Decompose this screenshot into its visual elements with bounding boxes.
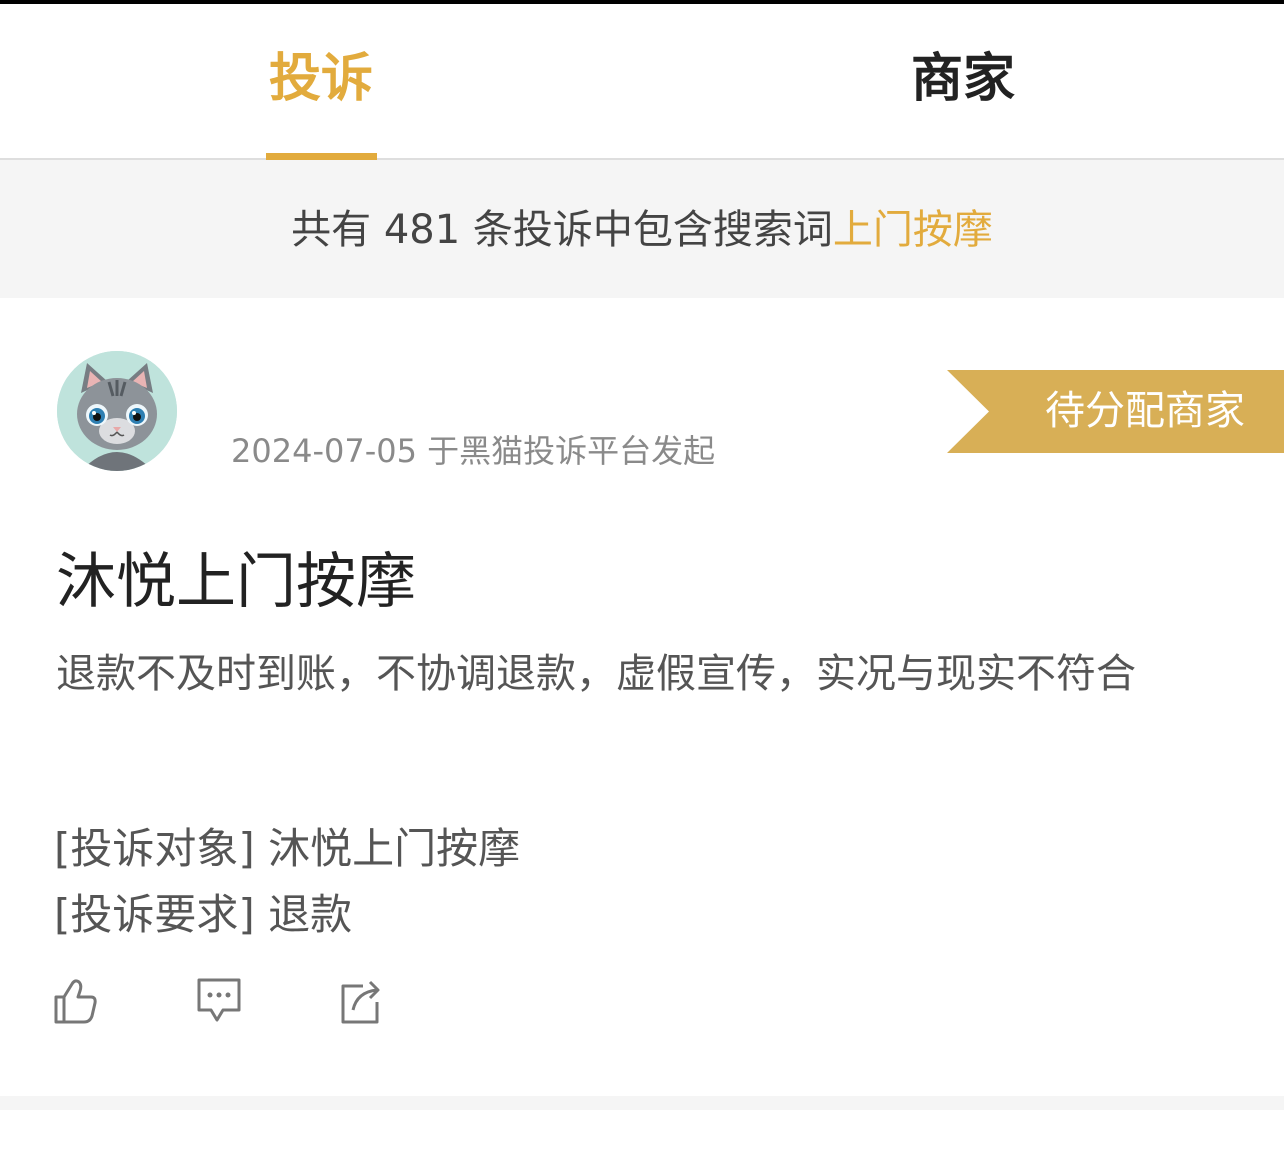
avatar[interactable]	[57, 351, 177, 471]
complaint-platform: 于黑猫投诉平台发起	[427, 432, 716, 470]
card-divider	[0, 1096, 1284, 1110]
complaint-target-value: 沐悦上门按摩	[268, 824, 521, 873]
comment-icon	[197, 978, 241, 1022]
search-result-summary: 共有 481 条投诉中包含搜索词上门按摩	[0, 160, 1284, 298]
share-icon	[341, 980, 380, 1024]
tab-bar: 投诉 商家	[0, 4, 1284, 160]
complaint-card[interactable]: 2024-07-05 于黑猫投诉平台发起 待分配商家 沐悦上门按摩 退款不及时到…	[0, 298, 1284, 1096]
complaint-title[interactable]: 沐悦上门按摩	[56, 533, 416, 620]
complaint-demand: [投诉要求] 退款	[54, 881, 352, 942]
next-complaint-card[interactable]	[0, 1110, 1284, 1164]
search-keyword: 上门按摩	[832, 207, 993, 253]
tab-merchants[interactable]: 商家	[818, 4, 1108, 158]
share-button[interactable]	[337, 976, 385, 1026]
tab-complaints[interactable]: 投诉	[176, 4, 466, 158]
complaint-summary: 退款不及时到账，不协调退款，虚假宣传，实况与现实不符合	[56, 651, 1136, 697]
comment-button[interactable]	[195, 976, 243, 1026]
like-button[interactable]	[52, 976, 100, 1026]
search-count-text: 共有 481 条投诉中包含搜索词	[291, 207, 833, 253]
complaint-demand-value: 退款	[268, 890, 353, 939]
status-label: 待分配商家	[1045, 388, 1245, 434]
complaint-demand-label: [投诉要求]	[54, 890, 255, 939]
complaint-date: 2024-07-05	[231, 432, 417, 470]
complaint-meta: 2024-07-05 于黑猫投诉平台发起	[231, 426, 715, 472]
status-badge: 待分配商家	[947, 370, 1284, 453]
complaint-target-label: [投诉对象]	[54, 824, 255, 873]
complaint-target: [投诉对象] 沐悦上门按摩	[54, 815, 520, 876]
cat-avatar-icon	[57, 351, 177, 471]
thumbs-up-icon	[54, 979, 97, 1024]
active-tab-indicator	[266, 153, 377, 160]
